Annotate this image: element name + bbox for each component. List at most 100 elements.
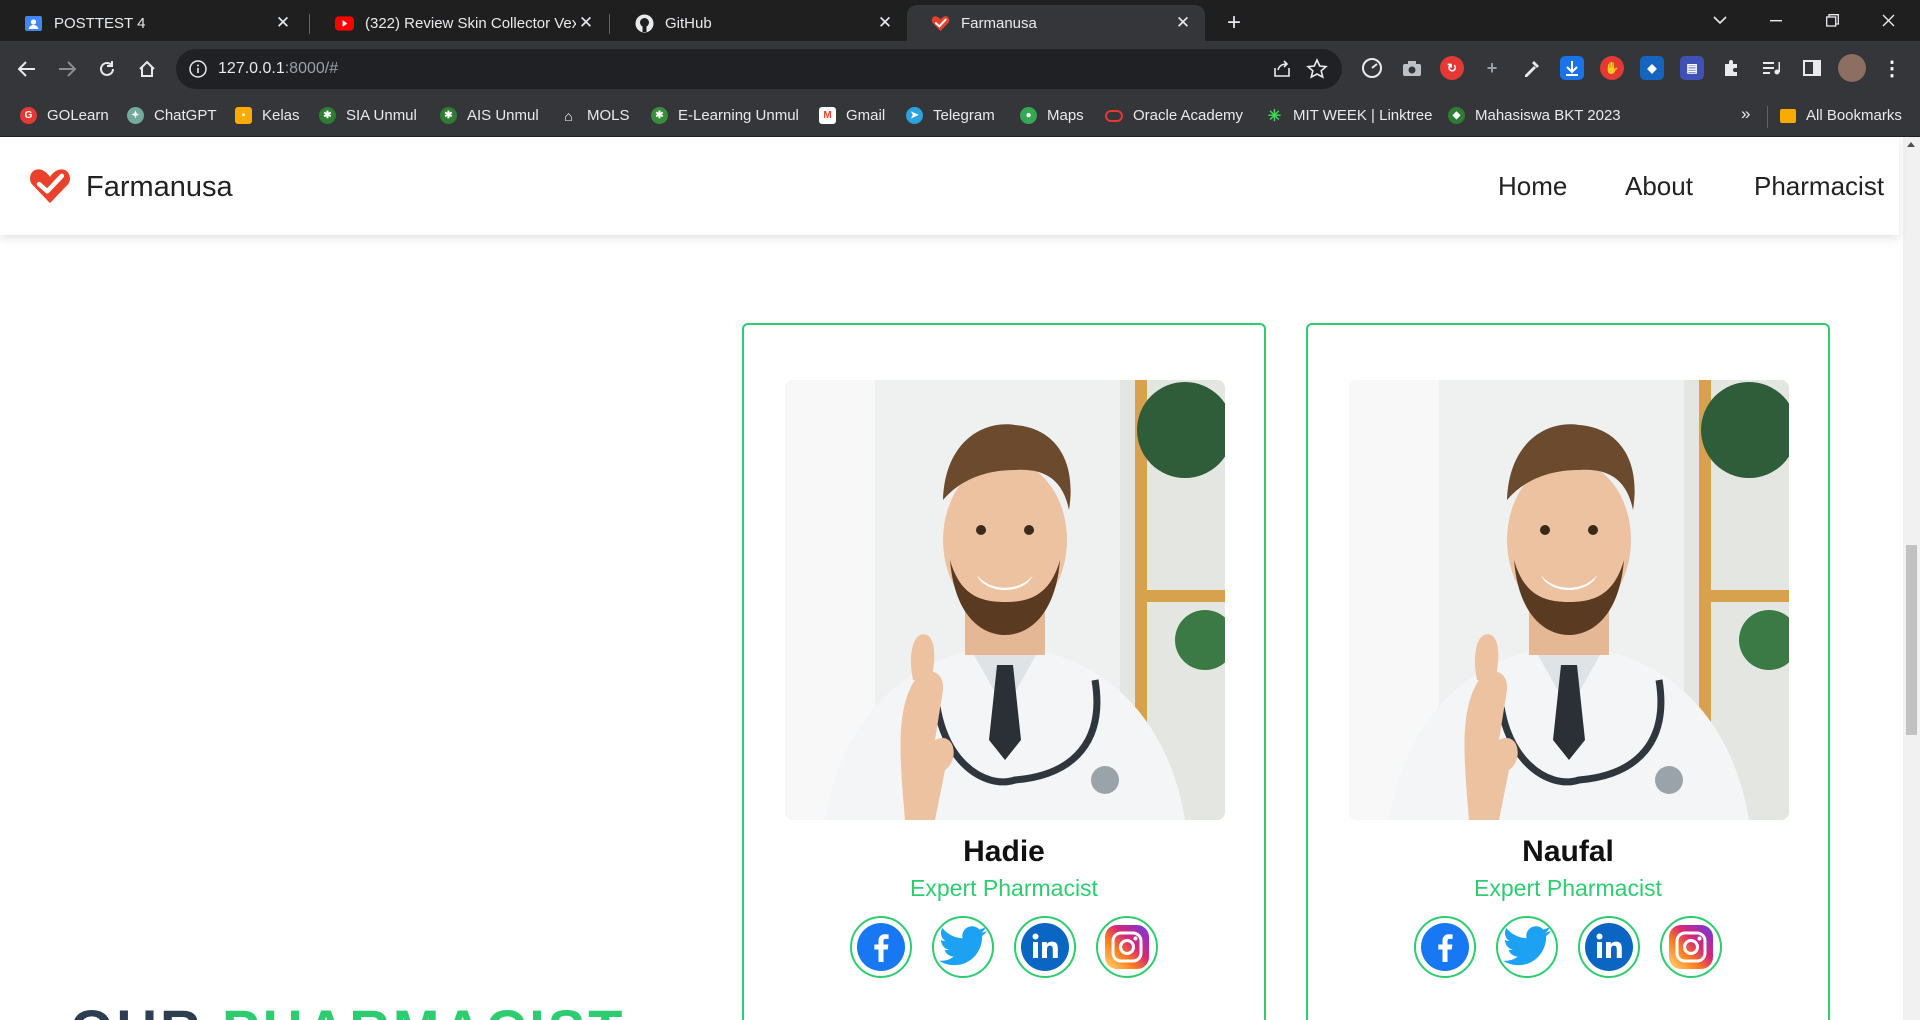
tab-search-chevron-icon[interactable] [1692, 0, 1748, 41]
bookmarks-overflow-button[interactable]: » [1741, 104, 1750, 124]
home-icon[interactable] [133, 55, 161, 83]
all-bookmarks-button[interactable]: All Bookmarks [1780, 107, 1902, 124]
share-icon[interactable] [1272, 59, 1292, 84]
bookmark-gmail[interactable]: M Gmail [819, 107, 885, 124]
page-scrollbar[interactable] [1903, 137, 1920, 1020]
oracle-icon [1105, 109, 1123, 122]
bookmark-mols[interactable]: ⌂ MOLS [560, 107, 630, 124]
browser-toolbar: 127.0.0.1:8000/# ↻ + ✋ ◆ ▤ ⋮ [0, 41, 1920, 97]
unmul-logo-icon: ✱ [651, 107, 668, 124]
restore-button[interactable] [1804, 0, 1860, 41]
puzzle-extensions-icon[interactable] [1720, 56, 1744, 80]
bookmark-maps[interactable]: ● Maps [1020, 107, 1084, 124]
profile-avatar[interactable] [1838, 54, 1866, 82]
url-path: :8000/# [284, 60, 339, 77]
new-tab-button[interactable]: + [1219, 8, 1249, 38]
bookmark-label: MIT WEEK | Linktree [1293, 107, 1433, 124]
pharmacist-photo [785, 380, 1225, 820]
twitter-icon[interactable] [1496, 916, 1558, 978]
bookmark-label: AIS Unmul [467, 107, 539, 124]
side-panel-icon[interactable] [1800, 56, 1824, 80]
url-text[interactable]: 127.0.0.1:8000/# [218, 60, 338, 78]
classroom-icon [24, 14, 43, 33]
bookmark-chatgpt[interactable]: ✦ ChatGPT [127, 107, 217, 124]
back-arrow-icon[interactable] [13, 55, 41, 83]
telegram-icon: ➤ [906, 107, 923, 124]
pharmacist-photo [1349, 380, 1789, 820]
browser-tab-strip: POSTTEST 4 ✕ (322) Review Skin Collector… [0, 0, 1920, 41]
tab-posttest[interactable]: POSTTEST 4 ✕ [0, 5, 305, 41]
bookmark-label: MOLS [587, 107, 630, 124]
bookmark-ais-unmul[interactable]: ✱ AIS Unmul [440, 107, 539, 124]
bookmark-telegram[interactable]: ➤ Telegram [906, 107, 995, 124]
nav-about[interactable]: About [1625, 171, 1693, 202]
bookmark-label: Gmail [846, 107, 886, 124]
document-extension-icon[interactable]: ▤ [1680, 56, 1704, 80]
pharmacist-name: Naufal [1522, 835, 1614, 868]
nav-pharmacist[interactable]: Pharmacist [1754, 171, 1884, 202]
bookmark-label: SIA Unmul [346, 107, 417, 124]
golearn-icon: G [20, 107, 37, 124]
bookmark-label: Maps [1047, 107, 1084, 124]
speedometer-extension-icon[interactable] [1360, 56, 1384, 80]
social-links [1308, 916, 1828, 978]
pharmacist-role: Expert Pharmacist [1474, 875, 1662, 901]
instagram-icon[interactable] [1096, 916, 1158, 978]
facebook-icon[interactable] [850, 916, 912, 978]
pharmacist-role: Expert Pharmacist [910, 875, 1098, 901]
plus-extension-icon[interactable]: + [1480, 56, 1504, 80]
brand-logo-link[interactable]: Farmanusa [28, 165, 233, 210]
bookmark-label: Telegram [933, 107, 995, 124]
classroom-icon: ▪ [235, 107, 252, 124]
bookmark-label: ChatGPT [154, 107, 217, 124]
bookmark-oracle-academy[interactable]: Oracle Academy [1105, 107, 1243, 124]
youtube-icon [335, 14, 354, 33]
bookmark-golearn[interactable]: G GOLearn [20, 107, 109, 124]
instagram-icon[interactable] [1660, 916, 1722, 978]
minimize-button[interactable] [1748, 0, 1804, 41]
linktree-icon: ✳ [1267, 107, 1282, 125]
linkedin-icon[interactable] [1014, 916, 1076, 978]
color-picker-extension-icon[interactable] [1520, 56, 1544, 80]
facebook-icon[interactable] [1414, 916, 1476, 978]
tab-farmanusa[interactable]: Farmanusa ✕ [907, 5, 1205, 41]
folder-icon [1780, 108, 1796, 123]
linkedin-icon[interactable] [1578, 916, 1640, 978]
bookmark-label: GOLearn [47, 107, 109, 124]
section-heading: OUR PHARMACIST [70, 997, 625, 1020]
forward-arrow-icon[interactable] [53, 55, 81, 83]
shield-extension-icon[interactable]: ◆ [1640, 56, 1664, 80]
media-playlist-icon[interactable] [1760, 56, 1784, 80]
bookmark-sia-unmul[interactable]: ✱ SIA Unmul [319, 107, 417, 124]
close-icon[interactable]: ✕ [1173, 13, 1193, 33]
adblock-extension-icon[interactable]: ↻ [1440, 56, 1464, 80]
farmanusa-heart-icon [931, 14, 950, 33]
scrollbar-thumb[interactable] [1906, 545, 1917, 735]
bookmark-mahasiswa-bkt[interactable]: ◆ Mahasiswa BKT 2023 [1448, 107, 1621, 124]
nav-home[interactable]: Home [1498, 171, 1567, 202]
bookmark-star-icon[interactable] [1306, 58, 1328, 85]
close-icon[interactable]: ✕ [273, 13, 293, 33]
bookmark-kelas[interactable]: ▪ Kelas [235, 107, 300, 124]
twitter-icon[interactable] [932, 916, 994, 978]
kebab-menu-icon[interactable]: ⋮ [1880, 56, 1904, 80]
hand-stop-extension-icon[interactable]: ✋ [1600, 56, 1624, 80]
section-heading-part2: PHARMACIST [222, 998, 625, 1020]
reload-icon[interactable] [93, 55, 121, 83]
tab-github[interactable]: GitHub ✕ [611, 5, 907, 41]
tab-youtube[interactable]: (322) Review Skin Collector Vexa ✕ [311, 5, 608, 41]
tab-title: POSTTEST 4 [54, 14, 146, 32]
scroll-up-arrow-icon[interactable] [1907, 142, 1915, 147]
close-window-button[interactable] [1860, 0, 1916, 41]
close-icon[interactable]: ✕ [576, 13, 596, 33]
page-viewport: Farmanusa Home About Pharmacist Hadie Ex… [0, 137, 1920, 1020]
download-extension-icon[interactable] [1560, 56, 1584, 80]
close-icon[interactable]: ✕ [875, 13, 895, 33]
address-bar[interactable]: 127.0.0.1:8000/# [176, 49, 1342, 89]
tab-title: Farmanusa [961, 14, 1037, 32]
bookmark-mit-week[interactable]: ✳ MIT WEEK | Linktree [1266, 107, 1433, 125]
bookmark-elearning-unmul[interactable]: ✱ E-Learning Unmul [651, 107, 799, 124]
tab-title: (322) Review Skin Collector Vexa [365, 14, 576, 32]
site-info-icon[interactable] [188, 59, 208, 79]
camera-extension-icon[interactable] [1400, 56, 1424, 80]
